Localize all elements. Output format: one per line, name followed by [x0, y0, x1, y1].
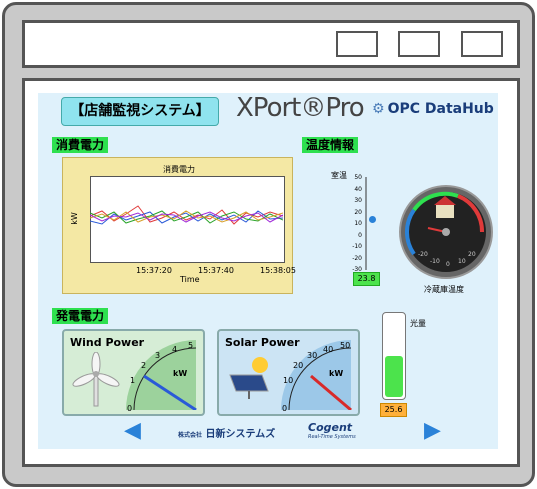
chart-title: 消費電力	[163, 165, 195, 174]
fridge-tick: -20	[418, 251, 428, 258]
wind-tick: 4	[172, 345, 178, 354]
gear-icon: ⚙	[372, 101, 385, 117]
prev-arrow-icon[interactable]: ◀	[124, 418, 141, 443]
light-label: 光量	[410, 319, 426, 328]
tick-label: 0	[358, 231, 362, 239]
fridge-tick: 0	[446, 261, 450, 268]
wind-tick: 2	[141, 361, 147, 370]
solar-panel-icon	[229, 357, 269, 399]
tick-label: 40	[354, 185, 362, 193]
opc-datahub-logo: ⚙ OPC DataHub	[372, 101, 494, 117]
tick-label: -20	[352, 254, 362, 262]
wind-unit: kW	[173, 369, 188, 378]
tick-label: 30	[354, 197, 362, 204]
tick-label: 10	[354, 220, 362, 227]
chart-xtick: 15:37:20	[136, 266, 172, 275]
tick-label: 50	[354, 174, 362, 181]
solar-tick: 20	[293, 361, 304, 370]
section-label-temperature: 温度情報	[302, 137, 359, 153]
solar-tick: 50	[340, 341, 351, 350]
wind-tick: 0	[127, 404, 133, 413]
chart-ylabel: kW	[69, 212, 79, 225]
nisshin-logo: 株式会社 日新システムズ	[178, 429, 276, 440]
fridge-tick: 10	[458, 258, 466, 265]
room-temp-readout: 23.8	[353, 272, 380, 286]
xport-logo: XPort®Pro	[236, 93, 365, 123]
room-temp-slider[interactable]	[369, 216, 376, 223]
wind-tick: 1	[130, 376, 136, 385]
cogent-name: Cogent	[308, 421, 353, 434]
fridge-label: 冷蔵庫温度	[424, 285, 464, 294]
tick-label: -10	[352, 243, 362, 250]
chart-xtick: 15:38:05	[260, 266, 296, 275]
consumption-chart-lines	[90, 205, 283, 225]
app-title: 【店舗監視システム】	[61, 97, 219, 126]
section-label-consumption: 消費電力	[52, 137, 109, 153]
solar-tick: 40	[323, 345, 334, 354]
cogent-logo: Cogent Real-Time Systems	[308, 421, 356, 440]
solar-tick: 10	[283, 376, 294, 385]
wind-turbine-icon	[72, 352, 120, 407]
section-label-generation: 発電電力	[52, 308, 109, 324]
tick-label: 20	[354, 208, 362, 216]
wind-tick: 3	[155, 351, 161, 360]
room-temp-ticks: 50 40 30 20 10 0 -10 -20 -30	[340, 172, 362, 276]
chart-xlabel: Time	[180, 275, 200, 284]
next-arrow-icon[interactable]: ▶	[424, 418, 441, 443]
fridge-tick: -10	[430, 258, 440, 265]
cogent-subtitle: Real-Time Systems	[308, 434, 356, 440]
solar-tick: 30	[307, 351, 318, 360]
minimize-button[interactable]	[336, 31, 378, 57]
solar-tick: 0	[282, 404, 288, 413]
maximize-button[interactable]	[398, 31, 440, 57]
light-bar	[382, 312, 406, 400]
close-button[interactable]	[461, 31, 503, 57]
chart-xtick: 15:37:40	[198, 266, 234, 275]
wind-tick: 5	[188, 341, 194, 350]
solar-unit: kW	[329, 369, 344, 378]
light-fill	[385, 356, 403, 397]
title-bar	[22, 20, 520, 68]
light-readout: 25.6	[380, 403, 407, 417]
fridge-tick: 20	[468, 251, 476, 258]
